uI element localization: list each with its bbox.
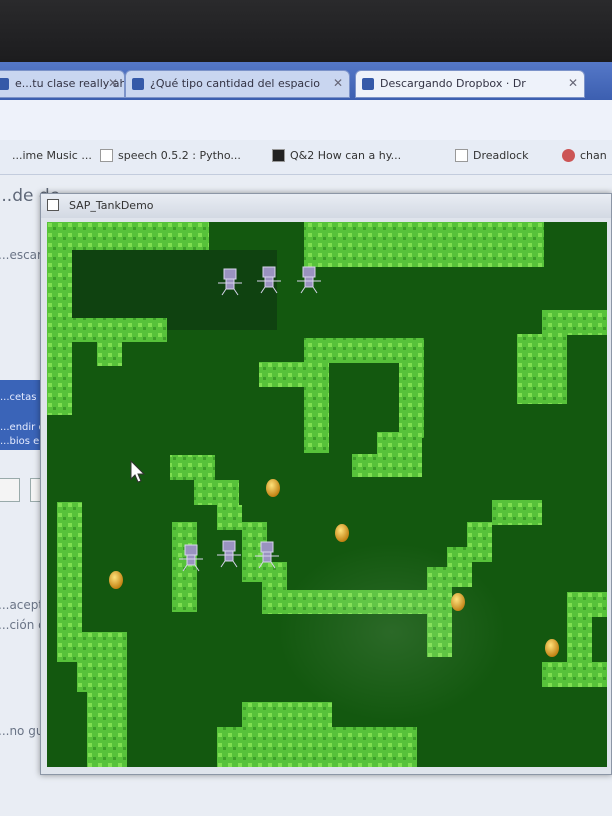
- wall-tile: [217, 727, 417, 767]
- page-text-line: ...bios en: [0, 436, 46, 447]
- wall-tile: [304, 338, 424, 363]
- bookmark-item[interactable]: chan: [562, 149, 607, 162]
- wall-tile: [399, 363, 424, 438]
- wall-tile: [259, 362, 309, 387]
- bookmark-item[interactable]: Q&2 How can a hy...: [272, 149, 401, 162]
- wall-tile: [262, 590, 432, 614]
- bookmark-item[interactable]: speech 0.5.2 : Pytho...: [100, 149, 241, 162]
- bookmark-label: ...ime Music ...: [12, 149, 92, 162]
- wall-tile: [194, 480, 239, 505]
- bookmark-item[interactable]: Dreadlock: [455, 149, 528, 162]
- wall-tile: [304, 363, 329, 453]
- wall-tile: [352, 454, 397, 477]
- mouse-cursor-icon: [130, 460, 146, 483]
- bookmark-label: Q&2 How can a hy...: [290, 149, 402, 162]
- game-board: [47, 222, 607, 767]
- user-icon: [562, 149, 575, 162]
- tab-favicon: [0, 78, 9, 90]
- app-icon: [47, 199, 59, 211]
- window-titlebar[interactable]: SAP_TankDemo: [41, 194, 611, 218]
- page-button[interactable]: [0, 478, 20, 502]
- wall-tile: [542, 310, 607, 335]
- bookmark-label: chan: [580, 149, 607, 162]
- close-icon[interactable]: ✕: [568, 76, 578, 90]
- wall-tile: [467, 522, 492, 562]
- game-canvas[interactable]: [47, 222, 607, 767]
- address-bar-area[interactable]: [0, 100, 612, 141]
- tab-favicon: [132, 78, 144, 90]
- wall-tile: [172, 522, 197, 612]
- page-icon: [455, 149, 468, 162]
- wall-tile: [47, 250, 72, 415]
- wall-tile: [77, 632, 127, 692]
- wall-tile: [542, 662, 607, 687]
- browser-tab[interactable]: ¿Qué tipo cantidad del espacio ✕: [125, 70, 350, 98]
- coin: [451, 593, 465, 611]
- tab-strip: e...tu clase really ah ✕ ¿Qué tipo canti…: [0, 62, 612, 100]
- wall-tile: [304, 222, 544, 267]
- wall-tile: [517, 359, 567, 404]
- tab-label: ¿Qué tipo cantidad del espacio: [150, 77, 321, 90]
- close-icon[interactable]: ✕: [108, 76, 118, 90]
- close-icon[interactable]: ✕: [333, 76, 343, 90]
- wall-tile: [567, 592, 607, 617]
- tab-label: Descargando Dropbox · Dr: [380, 77, 526, 90]
- wall-tile: [87, 692, 127, 767]
- browser-tab-active[interactable]: Descargando Dropbox · Dr ✕: [355, 70, 585, 98]
- coin: [335, 524, 349, 542]
- wall-tile: [517, 334, 567, 359]
- wall-tile: [72, 318, 167, 342]
- bookmark-item[interactable]: ...ime Music ...: [0, 149, 92, 162]
- page-icon: [272, 149, 285, 162]
- bookmark-label: Dreadlock: [473, 149, 529, 162]
- wall-tile: [47, 222, 209, 250]
- wall-tile: [217, 505, 242, 530]
- page-icon: [100, 149, 113, 162]
- wall-tile: [97, 342, 122, 366]
- browser-tab[interactable]: e...tu clase really ah ✕: [0, 70, 125, 98]
- wall-tile: [492, 500, 542, 525]
- dropbox-icon: [362, 78, 374, 90]
- bookmarks-bar: ...ime Music ... speech 0.5.2 : Pytho...…: [0, 140, 612, 175]
- coin: [545, 639, 559, 657]
- coin: [109, 571, 123, 589]
- wall-tile: [567, 617, 592, 667]
- window-title: SAP_TankDemo: [69, 199, 154, 212]
- bookmark-label: speech 0.5.2 : Pytho...: [118, 149, 241, 162]
- coin: [266, 479, 280, 497]
- wall-tile: [170, 455, 215, 480]
- page-text-line: ...escar: [0, 248, 42, 262]
